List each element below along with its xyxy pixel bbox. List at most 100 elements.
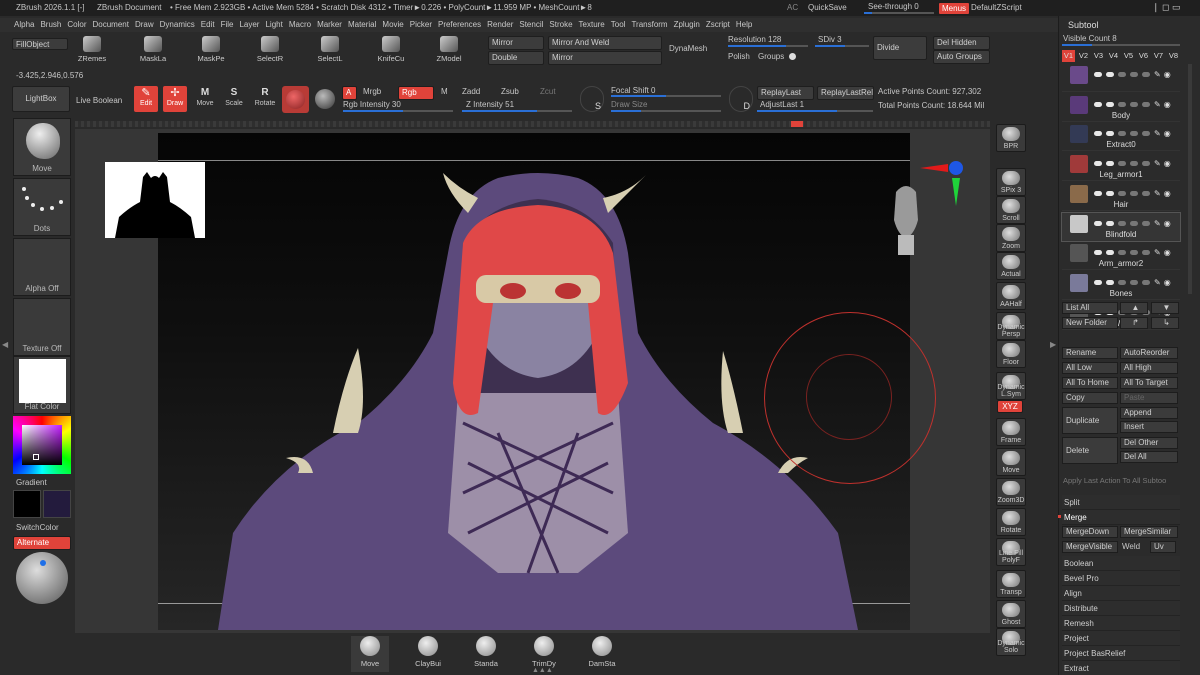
subtool-toggle[interactable] xyxy=(1142,161,1150,167)
quicksave-button[interactable]: QuickSave xyxy=(808,3,847,12)
eye-icon[interactable]: ◉ xyxy=(1164,70,1171,79)
visible-count-track[interactable] xyxy=(1062,44,1180,46)
subtool-toggle[interactable] xyxy=(1142,72,1150,77)
alternate-button[interactable]: Alternate xyxy=(13,536,71,550)
menu-transform[interactable]: Transform xyxy=(631,20,673,32)
resolution-slider[interactable]: Resolution 128 xyxy=(728,35,781,44)
subtool-toggle[interactable] xyxy=(1118,190,1126,196)
menu-zplugin[interactable]: Zplugin xyxy=(674,20,706,32)
right-collapse-arrow[interactable]: ▶ xyxy=(1050,340,1056,349)
subtool-item[interactable]: ✎ ◉ Hair xyxy=(1062,183,1180,211)
subtool-toggle[interactable] xyxy=(1118,279,1126,285)
brush-icon[interactable]: ✎ xyxy=(1154,100,1161,109)
brush-damsta[interactable]: DamSta xyxy=(583,636,621,672)
mrgb-button[interactable]: Mrgb xyxy=(363,87,381,96)
sdiv-slider[interactable]: SDiv 3 xyxy=(818,35,842,44)
subtool-toggle[interactable] xyxy=(1094,250,1102,256)
subtool-toggle[interactable] xyxy=(1094,190,1102,196)
merge-down-button[interactable]: MergeDown xyxy=(1062,526,1118,538)
eye-icon[interactable]: ◉ xyxy=(1164,159,1171,168)
section-project[interactable]: Project xyxy=(1062,631,1180,646)
subtool-toggle[interactable] xyxy=(1142,101,1150,107)
menu-preferences[interactable]: Preferences xyxy=(438,20,487,32)
window-controls[interactable]: ❘ ◻ ▭ xyxy=(1152,2,1196,14)
rgb-intensity-track[interactable] xyxy=(343,110,453,112)
uv-button[interactable]: Uv xyxy=(1150,541,1176,553)
eye-icon[interactable]: ◉ xyxy=(1164,189,1171,198)
all-to-home-button[interactable]: All To Home xyxy=(1062,377,1118,389)
subtool-toggle[interactable] xyxy=(1130,101,1138,107)
subtool-toggles[interactable]: ✎◉ xyxy=(1094,218,1174,228)
mirror-button[interactable]: Mirror xyxy=(488,36,544,50)
subtool-toggle[interactable] xyxy=(1118,161,1126,167)
subtool-toggle[interactable] xyxy=(1118,250,1126,256)
subtool-toggle[interactable] xyxy=(1142,220,1150,226)
subtool-toggle[interactable] xyxy=(1094,131,1102,137)
subtool-toggle[interactable] xyxy=(1094,220,1102,226)
menu-help[interactable]: Help xyxy=(736,20,758,32)
subtool-toggles[interactable]: ✎◉ xyxy=(1094,188,1174,198)
material-button[interactable] xyxy=(282,86,309,113)
default-zscript-button[interactable]: DefaultZScript xyxy=(971,3,1022,12)
rgb-intensity-slider[interactable]: Rgb Intensity 30 xyxy=(343,100,401,109)
menu-light[interactable]: Light xyxy=(265,20,288,32)
switch-color-button[interactable]: SwitchColor xyxy=(16,523,59,532)
brush-icon[interactable]: ✎ xyxy=(1154,129,1161,138)
gizmo-sphere[interactable] xyxy=(16,552,68,604)
apply-last-action-button[interactable]: Apply Last Action To All Subtoo xyxy=(1063,476,1166,485)
focal-shift-track[interactable] xyxy=(611,95,721,97)
groups-button[interactable]: Groups xyxy=(758,52,784,61)
subtool-toggle[interactable] xyxy=(1130,161,1138,167)
see-through-slider[interactable]: See-through 0 xyxy=(868,2,919,11)
tool-button-knifecu[interactable]: KnifeCu xyxy=(369,36,413,64)
eye-icon[interactable]: ◉ xyxy=(1164,129,1171,138)
shelf-transp[interactable]: Transp xyxy=(996,570,1026,598)
replay-last-button[interactable]: ReplayLast xyxy=(757,86,814,100)
shelf-dynamic-persp[interactable]: Dynamic Persp xyxy=(996,312,1026,340)
section-extract[interactable]: Extract xyxy=(1062,661,1180,675)
subtool-toggle[interactable] xyxy=(1106,220,1114,226)
subtool-toggle[interactable] xyxy=(1130,72,1138,77)
silhouette-preview[interactable] xyxy=(105,162,205,238)
section-remesh[interactable]: Remesh xyxy=(1062,616,1180,631)
draw-size-slider[interactable]: Draw Size xyxy=(611,100,647,109)
move-in-button[interactable]: ↳ xyxy=(1151,317,1179,329)
section-bevel-pro[interactable]: Bevel Pro xyxy=(1062,571,1180,586)
subtool-toggle[interactable] xyxy=(1142,131,1150,137)
move-down-button[interactable]: ▼ xyxy=(1151,302,1179,314)
divide-button[interactable]: Divide xyxy=(873,36,927,60)
auto-reorder-button[interactable]: AutoReorder xyxy=(1120,347,1178,359)
zsub-button[interactable]: Zsub xyxy=(501,87,519,96)
secondary-color-swatch[interactable] xyxy=(43,490,71,518)
subtool-toggle[interactable] xyxy=(1118,220,1126,226)
move-up-button[interactable]: ▲ xyxy=(1120,302,1148,314)
menu-color[interactable]: Color xyxy=(67,20,92,32)
menu-picker[interactable]: Picker xyxy=(410,20,438,32)
adjust-last-track[interactable] xyxy=(757,110,873,112)
menu-render[interactable]: Render xyxy=(487,20,519,32)
brush-standa[interactable]: Standa xyxy=(467,636,505,672)
subtool-toggle[interactable] xyxy=(1142,190,1150,196)
insert-button[interactable]: Insert xyxy=(1120,421,1178,433)
all-low-button[interactable]: All Low xyxy=(1062,362,1118,374)
merge-section[interactable]: Merge xyxy=(1062,510,1180,525)
menu-material[interactable]: Material xyxy=(348,20,382,32)
shelf-dynamic-l-sym[interactable]: Dynamic L.Sym xyxy=(996,372,1026,400)
alpha-tile[interactable]: Alpha Off xyxy=(13,238,71,296)
rgb-button[interactable]: Rgb xyxy=(398,86,434,100)
shelf-ghost[interactable]: Ghost xyxy=(996,600,1026,628)
subtool-item[interactable]: ✎ ◉ xyxy=(1062,64,1180,92)
z-intensity-track[interactable] xyxy=(462,110,572,112)
subtool-toggle[interactable] xyxy=(1106,161,1114,167)
mirror-and-weld-button[interactable]: Mirror And Weld xyxy=(548,36,662,50)
subtool-toggles[interactable]: ✎◉ xyxy=(1094,69,1174,79)
tool-button-zremes[interactable]: ZRemes xyxy=(70,36,114,64)
append-button[interactable]: Append xyxy=(1120,407,1178,419)
subtool-toggle[interactable] xyxy=(1118,101,1126,107)
draw-button[interactable]: ✢ Draw xyxy=(163,86,187,112)
subtool-toggle[interactable] xyxy=(1130,220,1138,226)
axis-gizmo[interactable] xyxy=(918,158,968,208)
section-boolean[interactable]: Boolean xyxy=(1062,556,1180,571)
subtool-toggle[interactable] xyxy=(1094,72,1102,77)
menu-stroke[interactable]: Stroke xyxy=(549,20,578,32)
